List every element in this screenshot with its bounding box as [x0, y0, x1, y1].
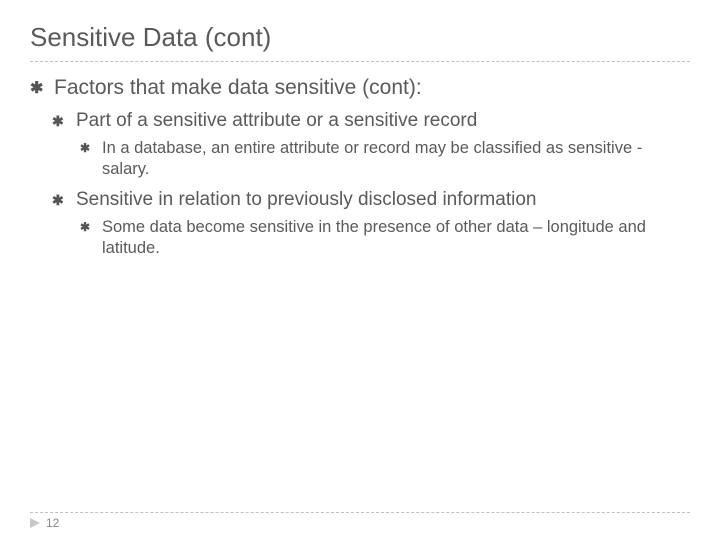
bullet-level3: ✱ In a database, an entire attribute or … — [30, 138, 690, 179]
slide-title: Sensitive Data (cont) — [30, 22, 690, 53]
slide: Sensitive Data (cont) ✱ Factors that mak… — [0, 0, 720, 540]
bullet-level2: ✱ Sensitive in relation to previously di… — [30, 189, 690, 211]
slide-footer: 12 — [30, 512, 690, 530]
title-divider — [30, 61, 690, 62]
asterisk-icon: ✱ — [80, 220, 92, 234]
l1-text: Factors that make data sensitive (cont): — [54, 76, 690, 100]
footer-divider — [30, 512, 690, 513]
l2a-text: Part of a sensitive attribute or a sensi… — [76, 110, 690, 132]
bullet-level2: ✱ Part of a sensitive attribute or a sen… — [30, 110, 690, 132]
bullet-level1: ✱ Factors that make data sensitive (cont… — [30, 76, 690, 100]
bullet-level3: ✱ Some data become sensitive in the pres… — [30, 217, 690, 258]
asterisk-icon: ✱ — [80, 141, 92, 155]
page-number: 12 — [46, 516, 59, 530]
asterisk-icon: ✱ — [52, 192, 66, 209]
asterisk-icon: ✱ — [52, 113, 66, 130]
l3a-text: In a database, an entire attribute or re… — [102, 138, 690, 179]
l2b-text: Sensitive in relation to previously disc… — [76, 189, 690, 211]
asterisk-icon: ✱ — [30, 79, 44, 98]
l3b-text: Some data become sensitive in the presen… — [102, 217, 690, 258]
triangle-icon — [30, 518, 40, 528]
